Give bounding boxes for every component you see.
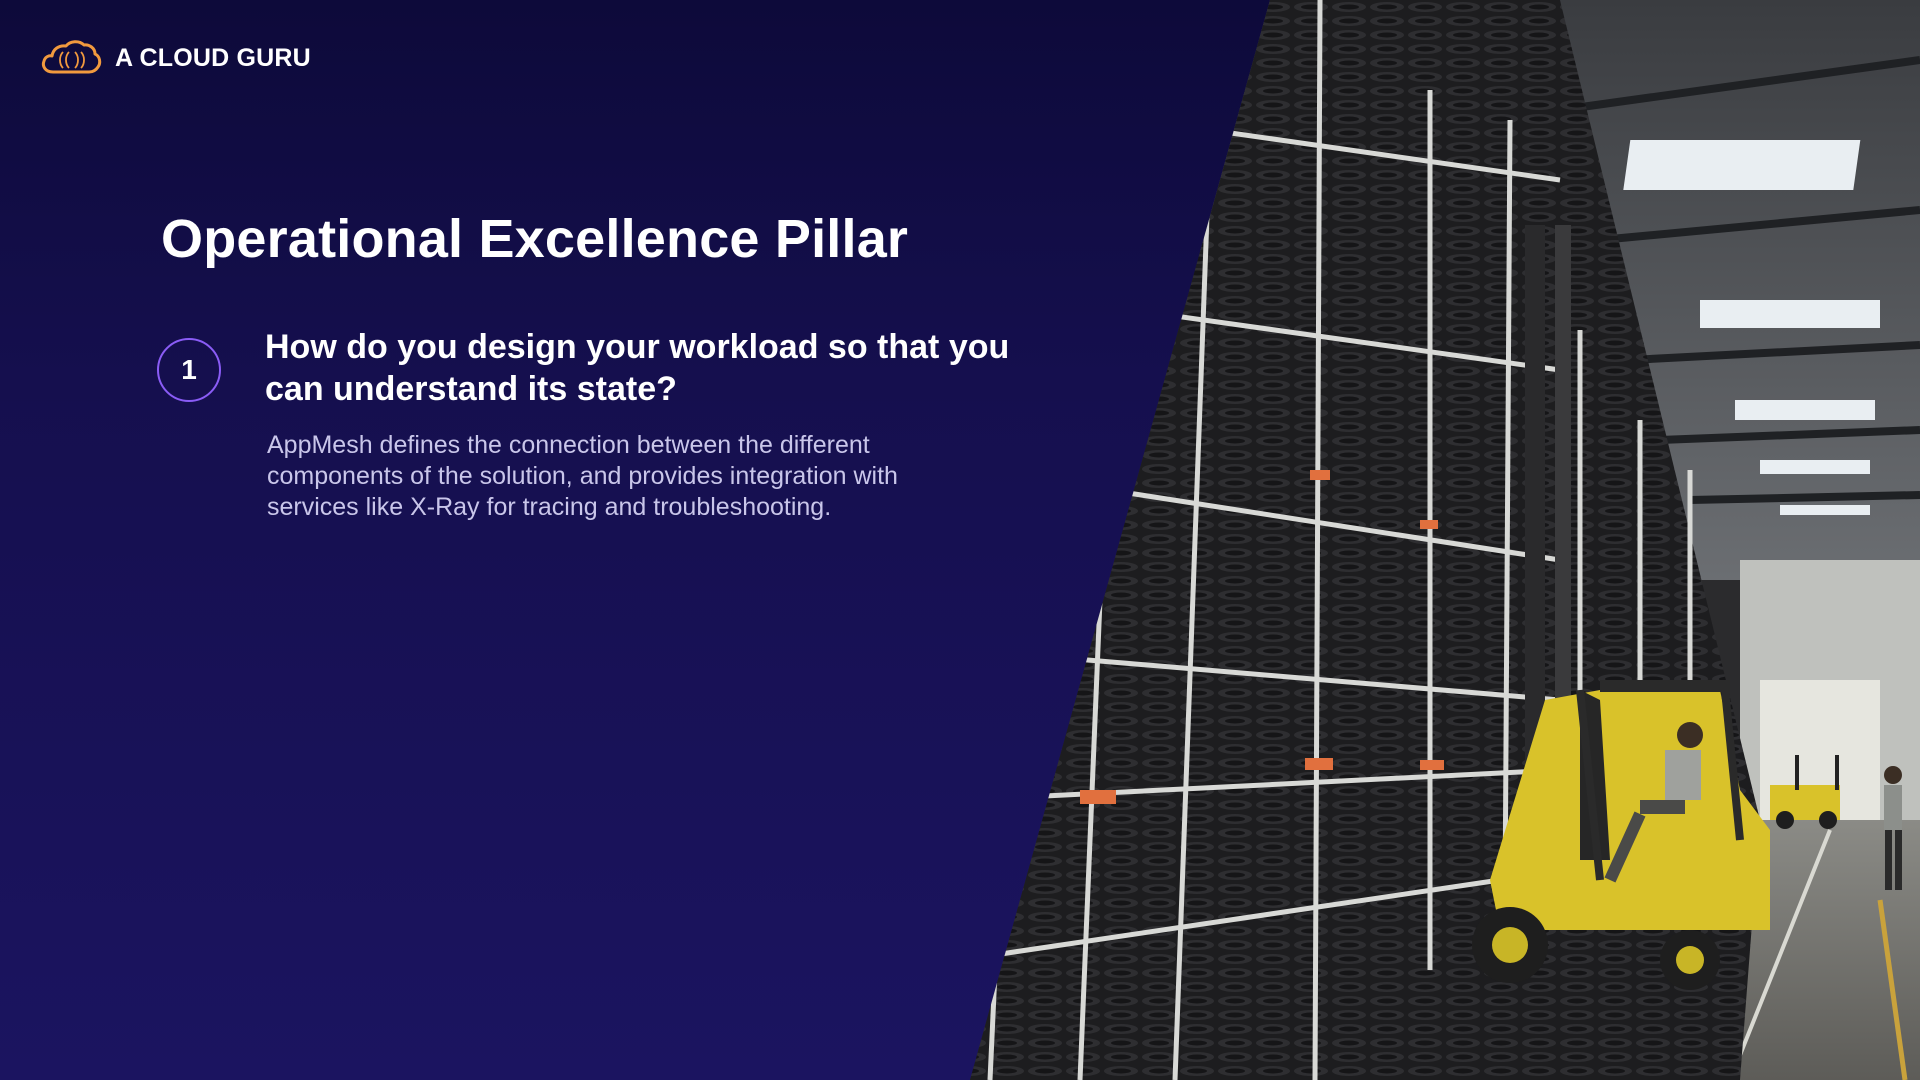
step-number-badge: 1 xyxy=(157,338,221,402)
brand-header: A CLOUD GURU xyxy=(39,38,311,78)
brand-name: A CLOUD GURU xyxy=(115,43,311,72)
answer-text: AppMesh defines the connection between t… xyxy=(267,431,898,521)
cloud-icon xyxy=(41,40,102,74)
slide-title: Operational Excellence Pillar xyxy=(161,209,909,269)
step-number: 1 xyxy=(181,354,197,385)
question-heading: How do you design your workload so that … xyxy=(265,328,1010,408)
